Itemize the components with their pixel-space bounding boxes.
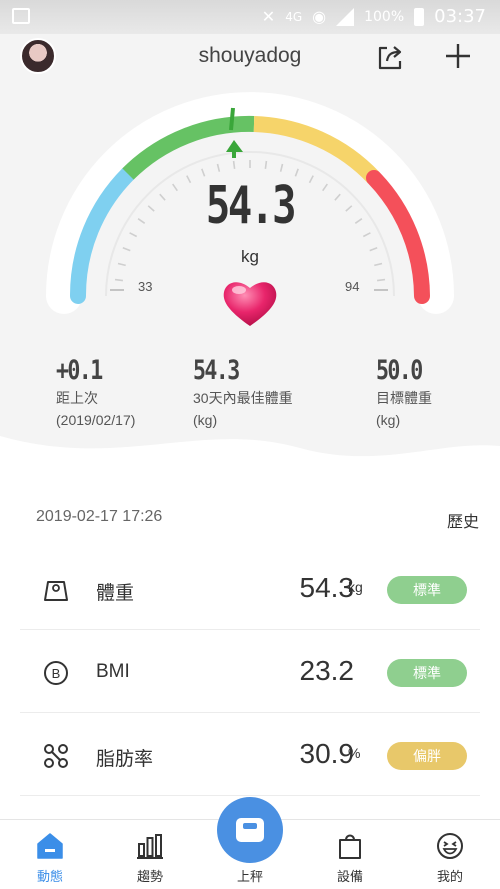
- gauge-tick: [159, 193, 166, 201]
- stat-target-unit: (kg): [376, 412, 401, 428]
- gauge-tick: [264, 160, 268, 170]
- stat-change-date: (2019/02/17): [56, 412, 136, 428]
- metric-name: 體重: [96, 583, 135, 604]
- stat-target: 50.0 目標體重 (kg): [376, 355, 433, 430]
- nav-home-label: 動態: [36, 869, 63, 884]
- username: shouyadog: [198, 44, 302, 67]
- metric-value: 30.9: [299, 738, 355, 769]
- stat-best-unit: (kg): [193, 412, 218, 428]
- stat-target-value: 50.0: [376, 355, 423, 386]
- gauge-tick: [216, 163, 221, 172]
- fat-icon: [44, 744, 68, 768]
- gauge-tick: [117, 262, 126, 267]
- stat-best-value: 54.3: [193, 355, 240, 386]
- trend-icon: [137, 834, 163, 859]
- stat-target-label: 目標體重: [376, 390, 432, 406]
- bmi-icon: B: [44, 661, 68, 685]
- scale-icon: [236, 818, 264, 842]
- nav-home[interactable]: 動態: [10, 820, 90, 889]
- gauge-tick: [232, 160, 236, 170]
- status-badge: 偏胖: [387, 742, 467, 770]
- smiley-icon: [437, 833, 463, 859]
- nav-me[interactable]: 我的: [410, 820, 490, 889]
- device-icon: [339, 834, 361, 859]
- metric-row-bmi[interactable]: B BMI 23.2 標準: [20, 631, 480, 713]
- gauge-tick: [369, 247, 378, 252]
- gauge-tick: [137, 218, 146, 224]
- status-badge: 標準: [387, 659, 467, 687]
- add-icon[interactable]: [442, 40, 474, 72]
- svg-text:B: B: [52, 666, 61, 681]
- nav-me-label: 我的: [436, 869, 463, 884]
- record-datetime: 2019-02-17 17:26: [36, 508, 163, 525]
- gauge-tick: [147, 205, 155, 212]
- weight-icon: [44, 581, 68, 601]
- stat-change: +0.1 距上次 (2019/02/17): [56, 355, 135, 430]
- weight-unit: kg: [241, 247, 259, 266]
- gauge-tick: [362, 232, 371, 238]
- metric-unit: kg: [348, 579, 363, 595]
- nav-device-label: 設備: [336, 869, 363, 884]
- gauge-tick: [354, 218, 363, 224]
- metric-row-fat[interactable]: 脂肪率 30.9 % 偏胖: [20, 714, 480, 796]
- nav-device[interactable]: 設備: [310, 820, 390, 889]
- nav-trend-label: 趨勢: [136, 869, 163, 884]
- gauge-tick: [279, 163, 284, 172]
- stat-change-label: 距上次: [56, 390, 98, 406]
- stat-best-label: 30天內最佳體重: [193, 390, 293, 406]
- scale-icon-display: [243, 823, 257, 829]
- scale-button[interactable]: [217, 797, 283, 863]
- stat-change-value: +0.1: [56, 355, 103, 386]
- metric-value: 54.3: [299, 572, 355, 603]
- gauge-tick: [374, 262, 383, 267]
- gauge-max-label: 94: [345, 279, 360, 294]
- metric-name: 脂肪率: [96, 749, 154, 770]
- metric-value: 23.2: [299, 655, 355, 686]
- gauge-tick: [334, 193, 341, 201]
- share-icon[interactable]: [375, 42, 405, 72]
- current-weight: 54.3: [205, 176, 297, 236]
- gauge-tick: [129, 232, 138, 238]
- nav-trend[interactable]: 趨勢: [110, 820, 190, 889]
- metric-row-weight[interactable]: 體重 54.3 kg 標準: [20, 548, 480, 630]
- nav-scale-label: 上秤: [236, 869, 263, 884]
- gauge-tick: [345, 205, 353, 212]
- record-header: 2019-02-17 17:26 歷史: [0, 500, 500, 534]
- gauge-tick: [122, 247, 131, 252]
- stat-best: 54.3 30天內最佳體重 (kg): [193, 355, 293, 430]
- gauge-tick: [114, 278, 124, 282]
- status-badge: 標準: [387, 576, 467, 604]
- metric-name: BMI: [96, 661, 130, 682]
- gauge-tick: [376, 278, 386, 282]
- history-link[interactable]: 歷史: [447, 508, 479, 532]
- gauge-min-label: 33: [138, 279, 153, 294]
- home-icon: [37, 833, 63, 859]
- metric-unit: %: [348, 745, 361, 761]
- heart-icon: [223, 282, 277, 326]
